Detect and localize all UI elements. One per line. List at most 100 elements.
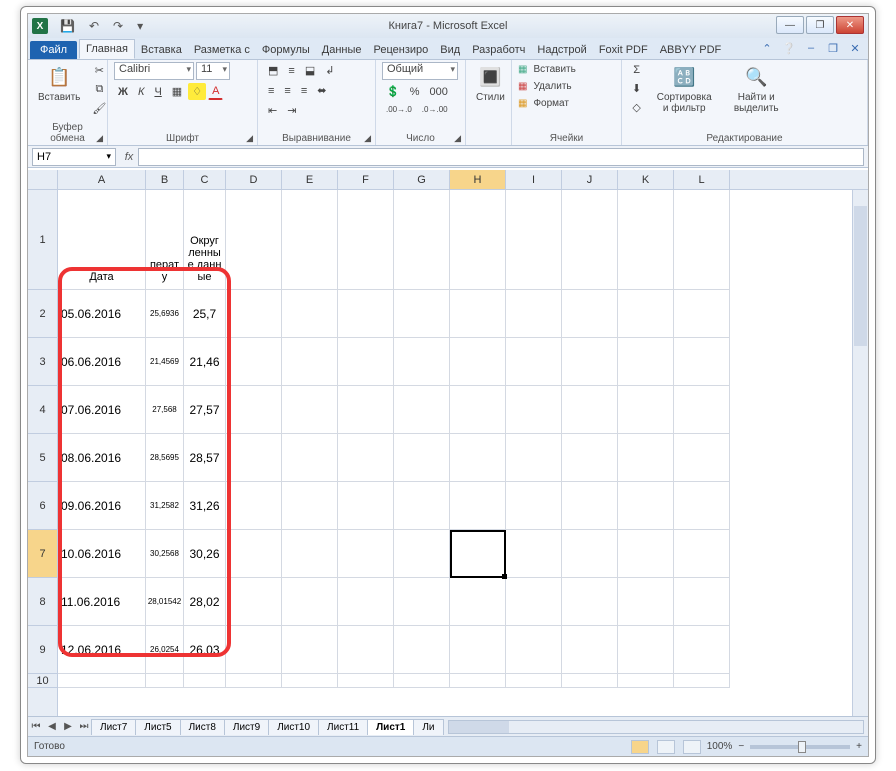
col-header[interactable]: K bbox=[618, 170, 674, 189]
tab-addins[interactable]: Надстрой bbox=[531, 41, 592, 59]
cell[interactable] bbox=[394, 434, 450, 482]
cell[interactable] bbox=[618, 530, 674, 578]
tab-foxit[interactable]: Foxit PDF bbox=[593, 41, 654, 59]
cell[interactable]: 05.06.2016 bbox=[58, 290, 146, 338]
col-header[interactable]: E bbox=[282, 170, 338, 189]
row-header[interactable]: 8 bbox=[28, 578, 57, 626]
align-middle-icon[interactable]: ≡ bbox=[284, 63, 298, 79]
border-button[interactable]: ▦ bbox=[168, 83, 186, 100]
tab-formulas[interactable]: Формулы bbox=[256, 41, 316, 59]
font-size-combo[interactable]: 11 bbox=[196, 62, 230, 80]
sheet-tab[interactable]: Лист8 bbox=[180, 719, 225, 735]
doc-restore-icon[interactable]: ❐ bbox=[826, 41, 840, 55]
cell[interactable] bbox=[338, 386, 394, 434]
font-name-combo[interactable]: Calibri bbox=[114, 62, 194, 80]
close-button[interactable]: ✕ bbox=[836, 16, 864, 34]
cell[interactable] bbox=[338, 290, 394, 338]
cell[interactable]: 07.06.2016 bbox=[58, 386, 146, 434]
cell[interactable] bbox=[618, 482, 674, 530]
tab-nav-last-icon[interactable]: ⏭ bbox=[76, 719, 92, 735]
doc-close-icon[interactable]: ✕ bbox=[848, 41, 862, 55]
dialog-launcher-icon[interactable]: ◢ bbox=[454, 133, 461, 144]
cell[interactable] bbox=[226, 290, 282, 338]
cell[interactable] bbox=[338, 626, 394, 674]
col-header[interactable]: F bbox=[338, 170, 394, 189]
cell[interactable]: 11.06.2016 bbox=[58, 578, 146, 626]
cell[interactable] bbox=[562, 530, 618, 578]
cell[interactable] bbox=[450, 674, 506, 688]
cell[interactable] bbox=[674, 434, 730, 482]
file-tab[interactable]: Файл bbox=[30, 41, 77, 59]
cell[interactable] bbox=[184, 674, 226, 688]
merge-icon[interactable]: ⬌ bbox=[313, 82, 330, 99]
align-left-icon[interactable]: ≡ bbox=[264, 83, 278, 99]
cell[interactable]: 27,57 bbox=[184, 386, 226, 434]
row-header[interactable]: 6 bbox=[28, 482, 57, 530]
formula-input[interactable] bbox=[138, 148, 864, 166]
cell[interactable]: 26,0254 bbox=[146, 626, 184, 674]
save-icon[interactable]: 💾 bbox=[56, 17, 79, 35]
vertical-scrollbar[interactable] bbox=[852, 190, 868, 716]
cell[interactable] bbox=[338, 338, 394, 386]
cell[interactable] bbox=[506, 674, 562, 688]
cell[interactable] bbox=[562, 674, 618, 688]
zoom-level[interactable]: 100% bbox=[707, 741, 733, 752]
cell[interactable] bbox=[674, 386, 730, 434]
cell[interactable] bbox=[506, 578, 562, 626]
decrease-indent-icon[interactable]: ⇤ bbox=[264, 102, 281, 119]
sheet-tab[interactable]: Лист5 bbox=[135, 719, 180, 735]
cell[interactable] bbox=[282, 482, 338, 530]
tab-insert[interactable]: Вставка bbox=[135, 41, 188, 59]
cell[interactable] bbox=[674, 290, 730, 338]
cell[interactable] bbox=[226, 674, 282, 688]
cell[interactable] bbox=[618, 578, 674, 626]
cell[interactable] bbox=[282, 190, 338, 290]
cell[interactable] bbox=[674, 626, 730, 674]
col-header[interactable]: B bbox=[146, 170, 184, 189]
cell[interactable] bbox=[562, 338, 618, 386]
cell[interactable] bbox=[562, 386, 618, 434]
cell[interactable]: 25,6936 bbox=[146, 290, 184, 338]
cell[interactable] bbox=[450, 338, 506, 386]
cell[interactable] bbox=[562, 578, 618, 626]
cell[interactable] bbox=[618, 290, 674, 338]
cell[interactable] bbox=[674, 190, 730, 290]
tab-nav-prev-icon[interactable]: ◀ bbox=[44, 719, 60, 735]
zoom-in-button[interactable]: + bbox=[856, 741, 862, 752]
col-header[interactable]: L bbox=[674, 170, 730, 189]
cell[interactable]: 06.06.2016 bbox=[58, 338, 146, 386]
maximize-button[interactable]: ❐ bbox=[806, 16, 834, 34]
cell[interactable] bbox=[506, 190, 562, 290]
cell[interactable] bbox=[394, 190, 450, 290]
cell[interactable] bbox=[562, 190, 618, 290]
cell[interactable] bbox=[450, 290, 506, 338]
tab-nav-next-icon[interactable]: ▶ bbox=[60, 719, 76, 735]
tab-nav-first-icon[interactable]: ⏮ bbox=[28, 719, 44, 735]
cell[interactable] bbox=[226, 578, 282, 626]
cell[interactable]: 30,2568 bbox=[146, 530, 184, 578]
cell[interactable] bbox=[226, 434, 282, 482]
format-cells-button[interactable]: Формат bbox=[529, 96, 573, 111]
paste-button[interactable]: 📋 Вставить bbox=[34, 62, 84, 105]
cell[interactable] bbox=[282, 338, 338, 386]
tab-layout[interactable]: Разметка с bbox=[188, 41, 256, 59]
cell[interactable]: 28,5695 bbox=[146, 434, 184, 482]
tab-home[interactable]: Главная bbox=[79, 39, 135, 59]
cell[interactable] bbox=[394, 386, 450, 434]
normal-view-button[interactable] bbox=[631, 740, 649, 754]
row-header[interactable]: 7 bbox=[28, 530, 57, 578]
row-header[interactable]: 4 bbox=[28, 386, 57, 434]
cell[interactable] bbox=[450, 530, 506, 578]
cell[interactable] bbox=[506, 386, 562, 434]
autosum-icon[interactable]: Σ bbox=[628, 62, 645, 78]
row-header[interactable]: 9 bbox=[28, 626, 57, 674]
page-break-view-button[interactable] bbox=[683, 740, 701, 754]
col-header[interactable]: A bbox=[58, 170, 146, 189]
col-header[interactable]: I bbox=[506, 170, 562, 189]
cell[interactable] bbox=[674, 482, 730, 530]
cell[interactable] bbox=[506, 290, 562, 338]
insert-cells-button[interactable]: Вставить bbox=[529, 62, 579, 77]
cell[interactable] bbox=[282, 386, 338, 434]
cell[interactable]: 09.06.2016 bbox=[58, 482, 146, 530]
insert-cells-icon[interactable]: ▦ bbox=[518, 64, 527, 75]
